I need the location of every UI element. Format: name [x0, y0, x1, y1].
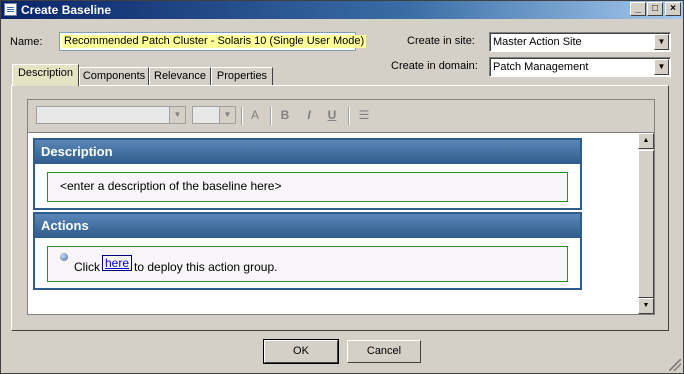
- tab-relevance[interactable]: Relevance: [149, 67, 211, 85]
- numbered-list-icon[interactable]: ☰: [356, 107, 372, 123]
- chevron-down-icon[interactable]: ▼: [654, 59, 669, 75]
- description-body[interactable]: <enter a description of the baseline her…: [47, 172, 568, 202]
- toolbar-divider: [241, 107, 243, 125]
- site-select[interactable]: Master Action Site ▼: [489, 32, 671, 52]
- cancel-button[interactable]: Cancel: [347, 340, 421, 363]
- tab-label: Description: [17, 67, 74, 79]
- maximize-icon: □: [651, 3, 659, 14]
- italic-icon[interactable]: I: [301, 107, 317, 123]
- resize-grip-icon[interactable]: [669, 359, 681, 371]
- toolbar-divider: [270, 107, 272, 125]
- scroll-thumb[interactable]: [638, 150, 654, 298]
- scroll-up-button[interactable]: ▲: [638, 133, 654, 149]
- site-select-value: Master Action Site: [493, 36, 582, 48]
- font-size-select[interactable]: ▼: [192, 106, 236, 124]
- tab-components[interactable]: Components: [79, 67, 149, 85]
- description-section: Description <enter a description of the …: [33, 138, 582, 210]
- domain-select[interactable]: Patch Management ▼: [489, 57, 671, 77]
- window-icon: [4, 3, 17, 16]
- bold-icon[interactable]: B: [277, 107, 293, 123]
- toolbar-divider: [348, 107, 350, 125]
- window-title: Create Baseline: [21, 3, 112, 17]
- name-input[interactable]: Recommended Patch Cluster - Solaris 10 (…: [59, 32, 367, 51]
- tab-label: Relevance: [154, 70, 206, 82]
- site-label: Create in site:: [407, 35, 475, 47]
- chevron-down-icon: ▼: [642, 302, 650, 309]
- create-baseline-dialog: Create Baseline _ □ × Name: Recommended …: [0, 0, 684, 374]
- underline-icon[interactable]: U: [324, 107, 340, 123]
- name-input-value: Recommended Patch Cluster - Solaris 10 (…: [62, 35, 367, 48]
- close-button[interactable]: ×: [665, 2, 681, 16]
- description-heading: Description: [35, 140, 580, 164]
- action-suffix: to deploy this action group.: [134, 260, 278, 274]
- ok-button[interactable]: OK: [263, 339, 339, 364]
- font-family-select[interactable]: ▼: [36, 106, 186, 124]
- deploy-here-link[interactable]: here: [102, 255, 133, 271]
- rich-text-editor[interactable]: ▼ ▼ A B I U ☰ Description <enter a descr…: [27, 99, 655, 315]
- scroll-down-button[interactable]: ▼: [638, 298, 654, 314]
- action-text: Click here to deploy this action group.: [74, 255, 278, 275]
- font-color-icon[interactable]: A: [247, 107, 263, 123]
- action-prefix: Click: [74, 260, 100, 274]
- title-bar[interactable]: Create Baseline _ □ ×: [1, 1, 683, 19]
- tab-properties[interactable]: Properties: [211, 67, 273, 85]
- name-label: Name:: [10, 36, 43, 48]
- domain-label: Create in domain:: [391, 60, 478, 72]
- tab-description[interactable]: Description: [12, 64, 79, 86]
- chevron-down-icon[interactable]: ▼: [169, 107, 185, 123]
- chevron-up-icon: ▲: [642, 137, 650, 144]
- editor-toolbar: ▼ ▼ A B I U ☰: [28, 100, 654, 133]
- chevron-down-icon[interactable]: ▼: [654, 34, 669, 50]
- actions-section: Actions Click here to deploy this action g…: [33, 212, 582, 290]
- tab-label: Components: [82, 70, 146, 82]
- bullet-icon: [60, 253, 68, 261]
- actions-body: Click here to deploy this action group.: [47, 246, 568, 282]
- editor-scrollbar[interactable]: ▲ ▼: [638, 133, 654, 314]
- domain-select-value: Patch Management: [493, 61, 589, 73]
- minimize-button[interactable]: _: [630, 2, 646, 16]
- maximize-button[interactable]: □: [647, 2, 663, 16]
- chevron-down-icon[interactable]: ▼: [219, 107, 235, 123]
- close-icon: ×: [670, 3, 676, 14]
- description-placeholder: <enter a description of the baseline her…: [60, 179, 282, 193]
- actions-heading: Actions: [35, 214, 580, 238]
- tab-label: Properties: [216, 70, 268, 82]
- minimize-icon: _: [635, 3, 641, 14]
